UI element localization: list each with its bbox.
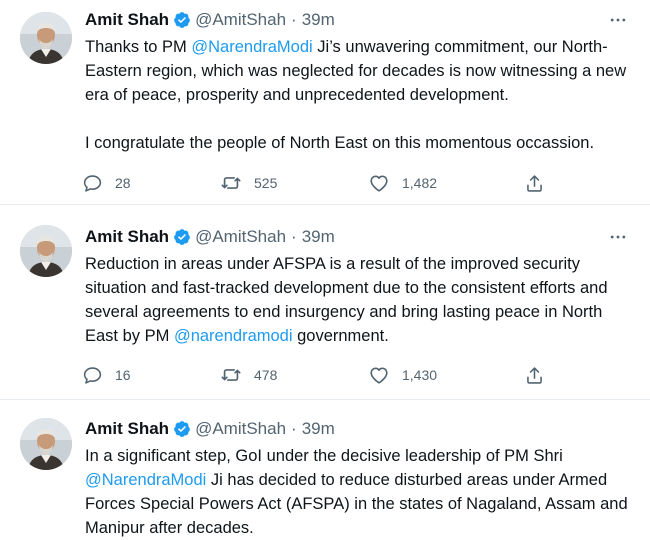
avatar[interactable] <box>20 225 72 277</box>
share-icon <box>524 173 545 194</box>
like-button[interactable]: 1,482 <box>368 169 437 197</box>
share-button[interactable] <box>524 169 545 197</box>
heart-icon <box>368 172 390 194</box>
tweet[interactable]: Amit Shah @AmitShah · 39m Thanks to PM @… <box>0 0 650 205</box>
mention-link[interactable]: @NarendraModi <box>191 38 312 56</box>
retweet-count: 478 <box>254 367 278 383</box>
verified-badge-icon <box>173 228 191 246</box>
reply-icon <box>82 365 103 386</box>
author-handle[interactable]: @AmitShah <box>195 10 286 30</box>
tweet-header: Amit Shah @AmitShah · 39m <box>85 9 335 31</box>
like-count: 1,482 <box>402 175 438 191</box>
verified-badge-icon <box>173 420 191 438</box>
tweet-actions: 16 478 1,430 <box>82 361 552 389</box>
separator: · <box>291 419 297 438</box>
author-name[interactable]: Amit Shah <box>85 419 169 439</box>
author-name[interactable]: Amit Shah <box>85 10 169 30</box>
timestamp[interactable]: 39m <box>302 227 335 247</box>
reply-button[interactable]: 16 <box>82 361 131 389</box>
author-handle[interactable]: @AmitShah <box>195 419 286 439</box>
like-count: 1,430 <box>402 367 438 383</box>
more-dots-icon[interactable] <box>606 9 630 31</box>
retweet-button[interactable]: 525 <box>220 169 277 197</box>
tweet-text-segment: Thanks to PM <box>85 38 192 56</box>
retweet-icon <box>220 364 242 386</box>
tweet-text-segment: In a significant step, GoI under the dec… <box>85 447 563 465</box>
tweet-header: Amit Shah @AmitShah · 39m <box>85 418 335 440</box>
tweet-text: In a significant step, GoI under the dec… <box>85 444 633 540</box>
tweet[interactable]: Amit Shah @AmitShah · 39m Reduction in a… <box>0 205 650 400</box>
tweet-text-segment: government. <box>292 327 389 345</box>
more-dots-icon[interactable] <box>606 226 630 248</box>
reply-icon <box>82 173 103 194</box>
timestamp[interactable]: 39m <box>302 419 335 439</box>
tweet-header: Amit Shah @AmitShah · 39m <box>85 226 335 248</box>
author-handle[interactable]: @AmitShah <box>195 227 286 247</box>
tweet-text-paragraph: I congratulate the people of North East … <box>85 134 595 152</box>
tweet[interactable]: Amit Shah @AmitShah · 39m In a significa… <box>0 400 650 540</box>
share-button[interactable] <box>524 361 545 389</box>
verified-badge-icon <box>173 11 191 29</box>
author-name[interactable]: Amit Shah <box>85 227 169 247</box>
separator: · <box>291 10 297 29</box>
tweet-text: Thanks to PM @NarendraModi Ji’s unwaveri… <box>85 35 633 155</box>
avatar[interactable] <box>20 12 72 64</box>
retweet-button[interactable]: 478 <box>220 361 277 389</box>
avatar[interactable] <box>20 418 72 470</box>
retweet-icon <box>220 172 242 194</box>
reply-button[interactable]: 28 <box>82 169 131 197</box>
share-icon <box>524 365 545 386</box>
heart-icon <box>368 364 390 386</box>
like-button[interactable]: 1,430 <box>368 361 437 389</box>
reply-count: 16 <box>115 367 131 383</box>
timestamp[interactable]: 39m <box>302 10 335 30</box>
mention-link[interactable]: @narendramodi <box>174 327 293 345</box>
mention-link[interactable]: @NarendraModi <box>85 471 206 489</box>
separator: · <box>291 227 297 246</box>
reply-count: 28 <box>115 175 131 191</box>
retweet-count: 525 <box>254 175 278 191</box>
tweet-actions: 28 525 1,482 <box>82 169 552 197</box>
tweet-text: Reduction in areas under AFSPA is a resu… <box>85 252 633 348</box>
